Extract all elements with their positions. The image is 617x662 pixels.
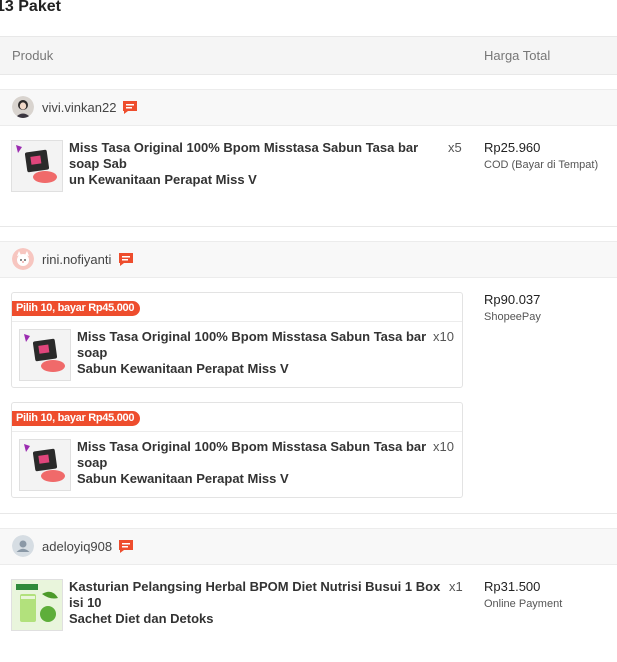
soap-product-image <box>20 330 70 380</box>
user-photo-icon <box>12 96 34 118</box>
herbal-drink-product-image <box>12 580 62 630</box>
product-name[interactable]: Miss Tasa Original 100% Bpom Misstasa Sa… <box>77 329 429 377</box>
product-name[interactable]: Kasturian Pelangsing Herbal BPOM Diet Nu… <box>69 579 441 627</box>
product-quantity: x5 <box>448 140 462 155</box>
chat-icon[interactable] <box>118 538 134 554</box>
product-thumbnail[interactable] <box>19 439 71 491</box>
product-quantity: x1 <box>449 579 463 594</box>
divider <box>12 321 462 322</box>
product-thumbnail[interactable] <box>11 140 63 192</box>
payment-method: Online Payment <box>484 598 563 610</box>
bundle-deal-card: Pilih 10, bayar Rp45.000 Miss Tasa Origi… <box>11 402 463 498</box>
product-name[interactable]: Miss Tasa Original 100% Bpom Misstasa Sa… <box>69 140 441 188</box>
bundle-deal-badge: Pilih 10, bayar Rp45.000 <box>12 301 141 316</box>
product-thumbnail[interactable] <box>19 329 71 381</box>
order-total-price: Rp25.960 <box>484 140 541 155</box>
shop-name[interactable]: rini.nofiyanti <box>42 252 111 267</box>
soap-product-image <box>20 440 70 490</box>
chat-icon[interactable] <box>118 251 134 267</box>
shop-avatar[interactable] <box>12 535 34 557</box>
column-header-total-price: Harga Total <box>484 48 551 63</box>
bundle-deal-badge: Pilih 10, bayar Rp45.000 <box>12 411 141 426</box>
product-quantity: x10 <box>433 439 454 454</box>
soap-product-image <box>12 141 62 191</box>
page-title: 13 Paket <box>0 0 61 15</box>
shop-header: rini.nofiyanti <box>0 241 617 278</box>
shop-header: adeloyiq908 <box>0 528 617 565</box>
cat-avatar-icon <box>12 248 34 270</box>
shop-avatar[interactable] <box>12 248 34 270</box>
order-total-price: Rp90.037 <box>484 292 541 307</box>
order-total-price: Rp31.500 <box>484 579 541 594</box>
shop-avatar[interactable] <box>12 96 34 118</box>
payment-method: ShopeePay <box>484 311 541 323</box>
payment-method: COD (Bayar di Tempat) <box>484 159 599 171</box>
product-quantity: x10 <box>433 329 454 344</box>
shop-name[interactable]: vivi.vinkan22 <box>42 100 116 115</box>
order-divider <box>0 513 617 514</box>
chat-icon[interactable] <box>122 99 138 115</box>
bundle-deal-card: Pilih 10, bayar Rp45.000 Miss Tasa Origi… <box>11 292 463 388</box>
table-header: Produk Harga Total <box>0 36 617 75</box>
column-header-product: Produk <box>12 48 54 63</box>
shop-header: vivi.vinkan22 <box>0 89 617 126</box>
product-name[interactable]: Miss Tasa Original 100% Bpom Misstasa Sa… <box>77 439 429 487</box>
default-user-icon <box>12 535 34 557</box>
order-divider <box>0 226 617 227</box>
shop-name[interactable]: adeloyiq908 <box>42 539 112 554</box>
divider <box>12 431 462 432</box>
product-thumbnail[interactable] <box>11 579 63 631</box>
